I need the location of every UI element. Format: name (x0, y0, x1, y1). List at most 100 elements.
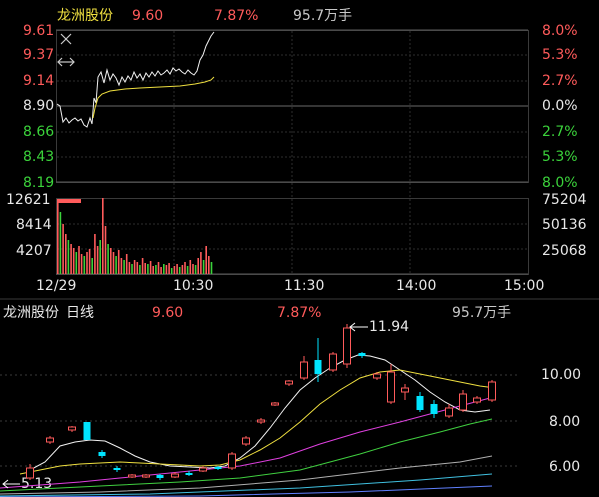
candle-body (228, 453, 236, 469)
volume-bar (170, 268, 173, 274)
volume-bar (96, 246, 99, 274)
volume-bar (133, 260, 136, 274)
volume-bar (99, 240, 101, 274)
volume-bar (70, 244, 72, 274)
volume-bar (147, 264, 149, 274)
volume-bar (131, 264, 133, 274)
candle-body (98, 452, 106, 456)
volume-bar (141, 258, 144, 274)
candle-body (358, 353, 366, 356)
high-arrow-icon (349, 322, 368, 332)
volume-bar (75, 252, 78, 274)
volume-bar (173, 266, 176, 274)
volume-bar (152, 266, 154, 274)
candle-body (373, 373, 381, 379)
volume-bar (78, 246, 80, 274)
volume-bar (59, 212, 62, 274)
volume-bar (88, 249, 91, 274)
volume-bar (94, 234, 96, 274)
candle-body (185, 473, 193, 475)
candle-body (26, 467, 34, 479)
volume-bar (197, 258, 199, 274)
candle-body (387, 371, 395, 403)
candle-body (300, 361, 308, 379)
volume-bar (57, 199, 81, 203)
close-icon[interactable] (60, 33, 72, 45)
candle-body (343, 327, 351, 365)
volume-bar (181, 265, 184, 274)
candle-body (488, 381, 496, 401)
volume-bar (107, 244, 109, 274)
volume-bar (62, 224, 64, 274)
volume-bar (205, 246, 207, 274)
volume-bar (184, 262, 186, 274)
candle-body (214, 467, 222, 469)
volume-bar (192, 264, 194, 274)
candle-body (46, 437, 54, 443)
volume-bar (83, 256, 86, 274)
volume-bar (120, 258, 123, 274)
candle-body (171, 473, 179, 478)
volume-bar (208, 256, 210, 274)
volume-bar (72, 248, 75, 274)
volume-bar (67, 240, 70, 274)
intraday-price-line (56, 31, 215, 128)
volume-bar (91, 258, 93, 274)
candle-body (329, 353, 337, 371)
volume-bar (104, 226, 107, 274)
candle-body (271, 402, 279, 406)
volume-bar (136, 262, 139, 274)
volume-bar (144, 263, 146, 274)
volume-bar (194, 265, 197, 274)
candle-body (416, 396, 424, 410)
intraday-gridlines (57, 31, 528, 274)
volume-bar (65, 234, 67, 274)
candle-body (314, 360, 322, 374)
volume-bar (117, 250, 120, 274)
candle-body (242, 437, 250, 445)
candle-body (113, 468, 121, 470)
candle-body (257, 419, 265, 423)
volume-bar (123, 260, 125, 274)
candle-body (199, 467, 207, 472)
volume-bar (178, 267, 181, 274)
volume-bar (168, 263, 170, 274)
volume-bar (163, 264, 165, 274)
candle-body (142, 474, 150, 478)
candle-body (473, 397, 481, 403)
volume-bar (80, 254, 83, 274)
volume-bar (200, 252, 202, 274)
volume-bar (176, 264, 178, 274)
volume-bar (202, 260, 205, 274)
candle-body (128, 474, 136, 478)
volume-bar (125, 254, 128, 274)
volume-bar (160, 267, 162, 274)
candle-body (156, 475, 164, 478)
ma-line-gray (0, 455, 493, 495)
candle-body (401, 387, 409, 393)
candle-body (68, 426, 76, 431)
volume-bar (186, 266, 189, 274)
candle-body (459, 393, 467, 411)
volume-bar (128, 262, 131, 274)
candle-body (445, 407, 453, 417)
daily-candles (26, 324, 496, 480)
volume-bar (102, 198, 104, 274)
intraday-volume-bars (57, 198, 213, 274)
chart-canvas (0, 29, 599, 497)
candle-body (83, 422, 91, 440)
volume-bar (165, 265, 168, 274)
volume-bar (155, 265, 157, 274)
volume-bar (210, 262, 213, 274)
expand-icon[interactable] (57, 57, 75, 67)
volume-bar (86, 252, 88, 274)
volume-bar (139, 265, 141, 274)
volume-bar (149, 261, 152, 274)
volume-bar (110, 248, 112, 274)
intraday-average-line (92, 76, 215, 119)
volume-bar (189, 260, 192, 274)
volume-bar (157, 262, 160, 274)
volume-bar (115, 256, 117, 274)
volume-bar (57, 199, 59, 274)
candle-body (285, 380, 293, 385)
